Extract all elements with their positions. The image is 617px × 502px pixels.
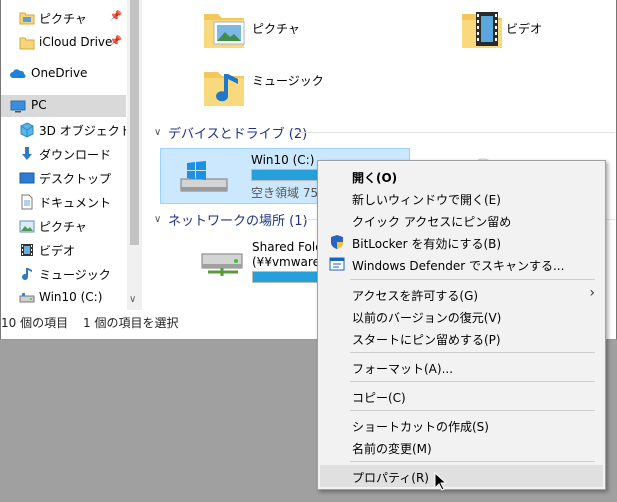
network-drive-icon	[201, 253, 243, 276]
pin-icon: 📌	[109, 36, 122, 47]
nav-item-label: ドキュメント	[39, 196, 112, 210]
group-header-network[interactable]: ∨ ネットワークの場所 (1)	[154, 210, 308, 229]
video-icon	[21, 244, 33, 256]
menu-item-copy[interactable]: コピー(C)	[320, 385, 603, 407]
nav-item-desktop[interactable]: デスクトップ	[1, 167, 126, 189]
menu-item-open-new-window[interactable]: 新しいウィンドウで開く(E)	[320, 187, 603, 209]
pictures-folder-icon	[19, 12, 35, 25]
folder-tile-music[interactable]: ミュージック	[202, 66, 382, 110]
drive-usage-fill	[252, 170, 319, 180]
menu-item-properties[interactable]: プロパティ(R)	[320, 465, 603, 487]
nav-item-drive-c[interactable]: Win10 (C:)	[1, 287, 126, 309]
windows-defender-icon	[329, 257, 345, 271]
menu-item-defender-scan[interactable]: Windows Defender でスキャンする...	[320, 253, 603, 275]
nav-item-label: ダウンロード	[39, 148, 112, 162]
folder-label: ピクチャ	[252, 22, 300, 36]
selection-count: 1 個の項目を選択	[83, 316, 179, 330]
menu-item-bitlocker[interactable]: BitLocker を有効にする(B)	[320, 231, 603, 253]
menu-separator	[350, 410, 595, 411]
nav-scrollbar[interactable]: ∨	[127, 0, 142, 310]
menu-separator	[350, 352, 595, 353]
uac-shield-icon	[331, 235, 343, 249]
pin-icon: 📌	[109, 11, 122, 22]
nav-item-pictures-quick[interactable]: ピクチャ 📌	[1, 7, 126, 29]
nav-item-music[interactable]: ミュージック	[1, 263, 126, 285]
menu-item-create-shortcut[interactable]: ショートカットの作成(S)	[320, 414, 603, 436]
menu-separator	[350, 279, 595, 280]
group-divider	[297, 132, 615, 133]
folder-tile-videos[interactable]: ビデオ	[460, 8, 600, 52]
onedrive-cloud-icon	[10, 69, 26, 79]
navigation-pane: ピクチャ 📌 iCloud Drive 📌 OneDrive PC 3D オブジ…	[1, 0, 142, 310]
documents-icon	[21, 194, 33, 210]
nav-item-label: 3D オブジェクト	[39, 124, 126, 138]
pc-monitor-icon	[10, 100, 26, 113]
nav-item-label: デスクトップ	[39, 172, 112, 186]
nav-item-documents[interactable]: ドキュメント	[1, 191, 126, 213]
nav-item-label: ミュージック	[39, 268, 111, 282]
nav-item-label: ピクチャ	[39, 220, 87, 234]
pictures-icon	[19, 220, 35, 233]
menu-separator	[350, 381, 595, 382]
menu-item-open[interactable]: 開く(O)	[320, 165, 603, 187]
music-icon	[22, 268, 32, 281]
folder-label: ミュージック	[252, 74, 324, 88]
menu-item-restore-versions[interactable]: 以前のバージョンの復元(V)	[320, 305, 603, 327]
menu-item-format[interactable]: フォーマット(A)...	[320, 356, 603, 378]
chevron-right-icon: ›	[589, 285, 595, 301]
video-folder-icon	[462, 12, 502, 48]
menu-item-pin-start[interactable]: スタートにピン留めする(P)	[320, 327, 603, 349]
nav-item-pc[interactable]: PC	[1, 95, 126, 117]
pictures-folder-icon	[204, 14, 245, 48]
nav-item-label: Win10 (C:)	[39, 290, 103, 304]
group-header-devices[interactable]: ∨ デバイスとドライブ (2)	[154, 123, 307, 142]
chevron-down-icon: ∨	[154, 213, 162, 225]
nav-item-videos[interactable]: ビデオ	[1, 239, 126, 261]
menu-item-rename[interactable]: 名前の変更(M)	[320, 436, 603, 458]
nav-item-icloud-drive[interactable]: iCloud Drive 📌	[1, 32, 126, 54]
nav-item-3d-objects[interactable]: 3D オブジェクト	[1, 119, 126, 141]
context-menu: 開く(O) 新しいウィンドウで開く(E) クイック アクセスにピン留め BitL…	[317, 160, 606, 490]
mouse-cursor-icon	[434, 472, 446, 491]
folder-icon	[19, 37, 35, 50]
nav-item-label: ビデオ	[39, 244, 76, 258]
nav-item-label: iCloud Drive	[39, 35, 113, 49]
menu-separator	[350, 461, 595, 462]
nav-item-label: OneDrive	[31, 66, 88, 80]
item-count: 10 個の項目	[1, 316, 69, 330]
nav-item-downloads[interactable]: ダウンロード	[1, 143, 126, 165]
windows-drive-icon	[180, 161, 228, 192]
menu-item-pin-quick-access[interactable]: クイック アクセスにピン留め	[320, 209, 603, 231]
drive-name: Win10 (C:)	[251, 153, 315, 167]
nav-item-onedrive[interactable]: OneDrive	[1, 63, 126, 85]
nav-item-label: PC	[31, 98, 47, 112]
scrollbar-thumb[interactable]	[130, 0, 139, 245]
nav-item-pictures[interactable]: ピクチャ	[1, 215, 126, 237]
folder-label: ビデオ	[506, 22, 543, 36]
3d-objects-icon	[20, 122, 34, 138]
nav-item-label: ピクチャ	[39, 12, 87, 26]
music-folder-icon	[204, 72, 244, 106]
menu-item-give-access[interactable]: アクセスを許可する(G) ›	[320, 283, 603, 305]
chevron-down-icon: ∨	[154, 126, 162, 138]
scroll-down-icon[interactable]: ∨	[129, 294, 136, 305]
download-arrow-icon	[22, 147, 32, 160]
drive-icon	[19, 293, 35, 303]
desktop-icon	[19, 172, 35, 184]
folder-tile-pictures[interactable]: ピクチャ	[202, 8, 342, 52]
